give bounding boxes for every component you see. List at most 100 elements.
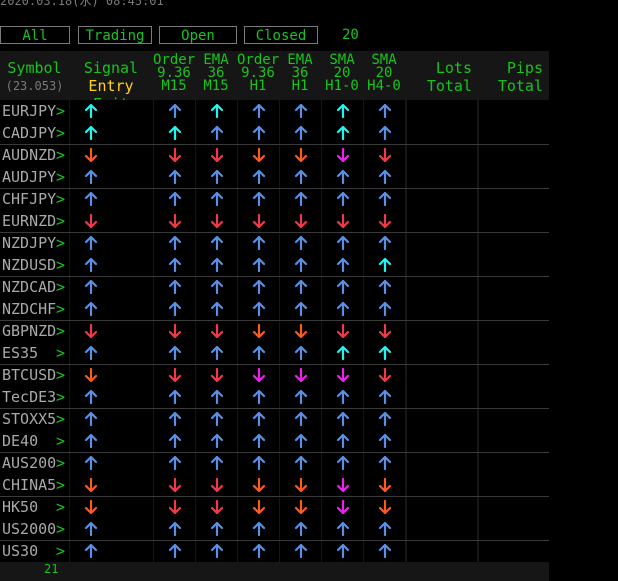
table-row[interactable]: STOXX5 > bbox=[0, 408, 549, 430]
table-row[interactable]: US30 > bbox=[0, 540, 549, 562]
chevron-right-icon[interactable]: > bbox=[56, 497, 65, 517]
table-row[interactable]: HK50 > bbox=[0, 496, 549, 518]
indicator-arrow-icon bbox=[294, 433, 308, 449]
table-cell bbox=[479, 408, 549, 430]
chevron-right-icon[interactable]: > bbox=[56, 189, 65, 209]
chevron-right-icon[interactable]: > bbox=[56, 101, 65, 121]
indicator-arrow-icon bbox=[168, 345, 182, 361]
table-row[interactable]: NZDCHF > bbox=[0, 298, 549, 320]
lots-header-l2: Total bbox=[426, 77, 472, 95]
chevron-right-icon[interactable]: > bbox=[56, 233, 65, 253]
indicator-arrow-icon bbox=[252, 213, 266, 229]
indicator-arrow-icon bbox=[294, 235, 308, 251]
chevron-right-icon[interactable]: > bbox=[56, 255, 65, 275]
chevron-right-icon[interactable]: > bbox=[56, 299, 65, 319]
symbol-label[interactable]: NZDCAD bbox=[2, 277, 56, 297]
chevron-right-icon[interactable]: > bbox=[56, 453, 65, 473]
signal-arrow-icon bbox=[84, 411, 98, 427]
symbol-label[interactable]: NZDCHF bbox=[2, 299, 56, 319]
filter-open-button[interactable]: Open bbox=[159, 26, 237, 44]
table-row[interactable]: NZDUSD > bbox=[0, 254, 549, 276]
symbol-label[interactable]: EURNZD bbox=[2, 211, 56, 231]
chevron-right-icon[interactable]: > bbox=[56, 321, 65, 341]
symbol-label[interactable]: HK50 bbox=[2, 497, 38, 517]
table-row[interactable]: DE40 > bbox=[0, 430, 549, 452]
chevron-right-icon[interactable]: > bbox=[56, 519, 65, 539]
chevron-right-icon[interactable]: > bbox=[56, 475, 65, 495]
symbol-label[interactable]: TecDE3 bbox=[2, 387, 56, 407]
table-cell: HK50 > bbox=[0, 496, 69, 518]
chevron-right-icon[interactable]: > bbox=[56, 277, 65, 297]
symbol-label[interactable]: DE40 bbox=[2, 431, 38, 451]
table-cell bbox=[238, 100, 279, 122]
table-cell bbox=[280, 474, 321, 496]
table-row[interactable]: AUDJPY > bbox=[0, 166, 549, 188]
chevron-right-icon[interactable]: > bbox=[56, 409, 65, 429]
table-row[interactable]: BTCUSD > bbox=[0, 364, 549, 386]
table-cell bbox=[70, 276, 153, 298]
symbol-label[interactable]: CHFJPY bbox=[2, 189, 56, 209]
table-cell bbox=[364, 276, 405, 298]
table-row[interactable]: ES35 > bbox=[0, 342, 549, 364]
symbol-label[interactable]: GBPNZD bbox=[2, 321, 56, 341]
symbol-label[interactable]: NZDJPY bbox=[2, 233, 56, 253]
indicator-arrow-icon bbox=[294, 345, 308, 361]
symbol-label[interactable]: US30 bbox=[2, 541, 38, 561]
table-row[interactable]: GBPNZD > bbox=[0, 320, 549, 342]
indicator-arrow-icon bbox=[336, 521, 350, 537]
symbol-label[interactable]: ES35 bbox=[2, 343, 38, 363]
table-row[interactable]: EURNZD > bbox=[0, 210, 549, 232]
chevron-right-icon[interactable]: > bbox=[56, 541, 65, 561]
table-row[interactable]: NZDJPY > bbox=[0, 232, 549, 254]
position-count: 20 bbox=[342, 27, 359, 43]
indicator-arrow-icon bbox=[252, 257, 266, 273]
chevron-right-icon[interactable]: > bbox=[56, 123, 65, 143]
table-row[interactable]: TecDE3 > bbox=[0, 386, 549, 408]
table-cell bbox=[479, 364, 549, 386]
indicator-arrow-icon bbox=[252, 433, 266, 449]
table-row[interactable]: CHFJPY > bbox=[0, 188, 549, 210]
table-row[interactable]: AUDNZD > bbox=[0, 144, 549, 166]
chevron-right-icon[interactable]: > bbox=[56, 431, 65, 451]
symbol-label[interactable]: US2000 bbox=[2, 519, 56, 539]
indicator-arrow-icon bbox=[168, 367, 182, 383]
indicator-arrow-icon bbox=[210, 543, 224, 559]
table-cell bbox=[479, 386, 549, 408]
table-cell bbox=[364, 188, 405, 210]
symbol-label[interactable]: NZDUSD bbox=[2, 255, 56, 275]
symbol-label[interactable]: CHINA5 bbox=[2, 475, 56, 495]
table-row[interactable]: EURJPY > bbox=[0, 100, 549, 122]
filter-closed-button[interactable]: Closed bbox=[244, 26, 318, 44]
symbol-label[interactable]: AUDJPY bbox=[2, 167, 56, 187]
chevron-right-icon[interactable]: > bbox=[56, 365, 65, 385]
header-timestamp: 2020.03.18(水) 08:45:01 bbox=[0, 0, 164, 8]
table-cell bbox=[238, 408, 279, 430]
symbol-label[interactable]: AUS200 bbox=[2, 453, 56, 473]
filter-trading-button[interactable]: Trading bbox=[78, 26, 152, 44]
table-cell bbox=[407, 408, 477, 430]
symbol-label[interactable]: BTCUSD bbox=[2, 365, 56, 385]
table-cell bbox=[280, 166, 321, 188]
table-row[interactable]: NZDCAD > bbox=[0, 276, 549, 298]
table-cell bbox=[196, 166, 237, 188]
indicator-arrow-icon bbox=[168, 455, 182, 471]
chevron-right-icon[interactable]: > bbox=[56, 145, 65, 165]
chevron-right-icon[interactable]: > bbox=[56, 387, 65, 407]
chevron-right-icon[interactable]: > bbox=[56, 211, 65, 231]
table-row[interactable]: CADJPY > bbox=[0, 122, 549, 144]
table-row[interactable]: CHINA5 > bbox=[0, 474, 549, 496]
table-row[interactable]: US2000 > bbox=[0, 518, 549, 540]
indicator-arrow-icon bbox=[294, 411, 308, 427]
table-cell bbox=[196, 144, 237, 166]
table-row[interactable]: AUS200 > bbox=[0, 452, 549, 474]
chevron-right-icon[interactable]: > bbox=[56, 167, 65, 187]
symbol-label[interactable]: AUDNZD bbox=[2, 145, 56, 165]
signal-arrow-icon bbox=[84, 279, 98, 295]
filter-all-button[interactable]: All bbox=[0, 26, 70, 44]
symbol-label[interactable]: STOXX5 bbox=[2, 409, 56, 429]
symbol-label[interactable]: CADJPY bbox=[2, 123, 56, 143]
signal-arrow-icon bbox=[84, 213, 98, 229]
table-cell bbox=[407, 320, 477, 342]
symbol-label[interactable]: EURJPY bbox=[2, 101, 56, 121]
chevron-right-icon[interactable]: > bbox=[56, 343, 65, 363]
